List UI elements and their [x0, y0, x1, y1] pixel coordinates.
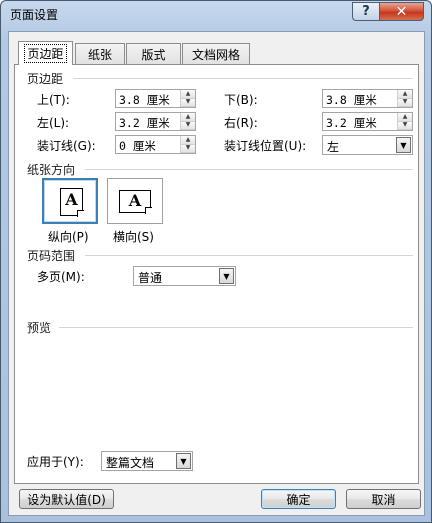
gutter-position-label: 装订线位置(U): — [224, 139, 307, 153]
window-title: 页面设置 — [10, 8, 59, 22]
spin-up-icon[interactable]: ▲ — [398, 113, 412, 122]
gutter-label: 装订线(G): — [37, 139, 96, 153]
landscape-label[interactable]: 横向(S) — [113, 228, 154, 245]
help-icon: ? — [362, 4, 370, 19]
tab-margins[interactable]: 页边距 — [18, 41, 73, 65]
divider — [85, 169, 413, 170]
divider — [73, 78, 413, 79]
multiple-pages-select[interactable]: 普通 ▼ — [133, 266, 236, 286]
dropdown-arrow-icon[interactable]: ▼ — [219, 268, 234, 284]
left-margin-label: 左(L): — [37, 116, 70, 130]
orientation-heading: 纸张方向 — [27, 163, 76, 177]
landscape-button[interactable]: A — [107, 178, 163, 224]
spin-up-icon[interactable]: ▲ — [181, 90, 195, 99]
spin-up-icon[interactable]: ▲ — [181, 136, 195, 145]
close-button[interactable]: ✕ — [379, 2, 424, 21]
top-margin-label: 上(T): — [37, 93, 70, 107]
tab-document-grid[interactable]: 文档网格 — [182, 43, 250, 64]
bottom-margin-label: 下(B): — [224, 93, 258, 107]
spin-down-icon[interactable]: ▼ — [181, 121, 195, 130]
tab-paper[interactable]: 纸张 — [75, 43, 125, 64]
set-default-button[interactable]: 设为默认值(D) — [19, 489, 114, 509]
apply-to-label: 应用于(Y): — [27, 455, 84, 469]
spin-down-icon[interactable]: ▼ — [398, 98, 412, 107]
multiple-pages-label: 多页(M): — [37, 270, 85, 284]
divider — [85, 255, 413, 256]
tab-layout[interactable]: 版式 — [126, 43, 181, 64]
portrait-page-icon: A — [60, 188, 84, 217]
gutter-position-select[interactable]: 左 ▼ — [322, 135, 413, 155]
spin-down-icon[interactable]: ▼ — [398, 121, 412, 130]
landscape-page-icon: A — [119, 190, 152, 214]
gutter-stepper[interactable]: 0 厘米 ▲ ▼ — [115, 135, 196, 154]
close-icon: ✕ — [395, 3, 408, 20]
portrait-label[interactable]: 纵向(P) — [48, 228, 89, 245]
right-margin-label: 右(R): — [224, 116, 258, 130]
ok-button[interactable]: 确定 — [261, 489, 336, 509]
top-margin-stepper[interactable]: 3.8 厘米 ▲ ▼ — [115, 89, 196, 108]
spin-up-icon[interactable]: ▲ — [181, 113, 195, 122]
margins-tab-panel: 页边距 上(T): 3.8 厘米 ▲ ▼ 下(B): 3.8 厘米 ▲ ▼ 左(L)… — [14, 64, 419, 484]
portrait-button[interactable]: A — [42, 178, 98, 224]
page-setup-dialog: 页面设置 ? ✕ 页边距 纸张 版式 文档网格 页边距 上(T): 3.8 厘米… — [0, 0, 432, 523]
spin-up-icon[interactable]: ▲ — [398, 90, 412, 99]
bottom-margin-stepper[interactable]: 3.8 厘米 ▲ ▼ — [322, 89, 413, 108]
dropdown-arrow-icon[interactable]: ▼ — [396, 137, 411, 153]
title-bar[interactable]: 页面设置 ? ✕ — [1, 1, 431, 27]
left-margin-stepper[interactable]: 3.2 厘米 ▲ ▼ — [115, 112, 196, 131]
right-margin-stepper[interactable]: 3.2 厘米 ▲ ▼ — [322, 112, 413, 131]
margins-heading: 页边距 — [27, 72, 64, 86]
cancel-button[interactable]: 取消 — [346, 489, 421, 509]
dialog-body: 页边距 纸张 版式 文档网格 页边距 上(T): 3.8 厘米 ▲ ▼ 下(B):… — [8, 31, 425, 516]
spin-down-icon[interactable]: ▼ — [181, 144, 195, 153]
apply-to-select[interactable]: 整篇文档 ▼ — [101, 451, 193, 471]
preview-heading: 预览 — [27, 321, 52, 335]
pages-heading: 页码范围 — [27, 249, 76, 263]
spin-down-icon[interactable]: ▼ — [181, 98, 195, 107]
divider — [59, 327, 413, 328]
help-button[interactable]: ? — [352, 2, 380, 21]
dropdown-arrow-icon[interactable]: ▼ — [176, 453, 191, 469]
